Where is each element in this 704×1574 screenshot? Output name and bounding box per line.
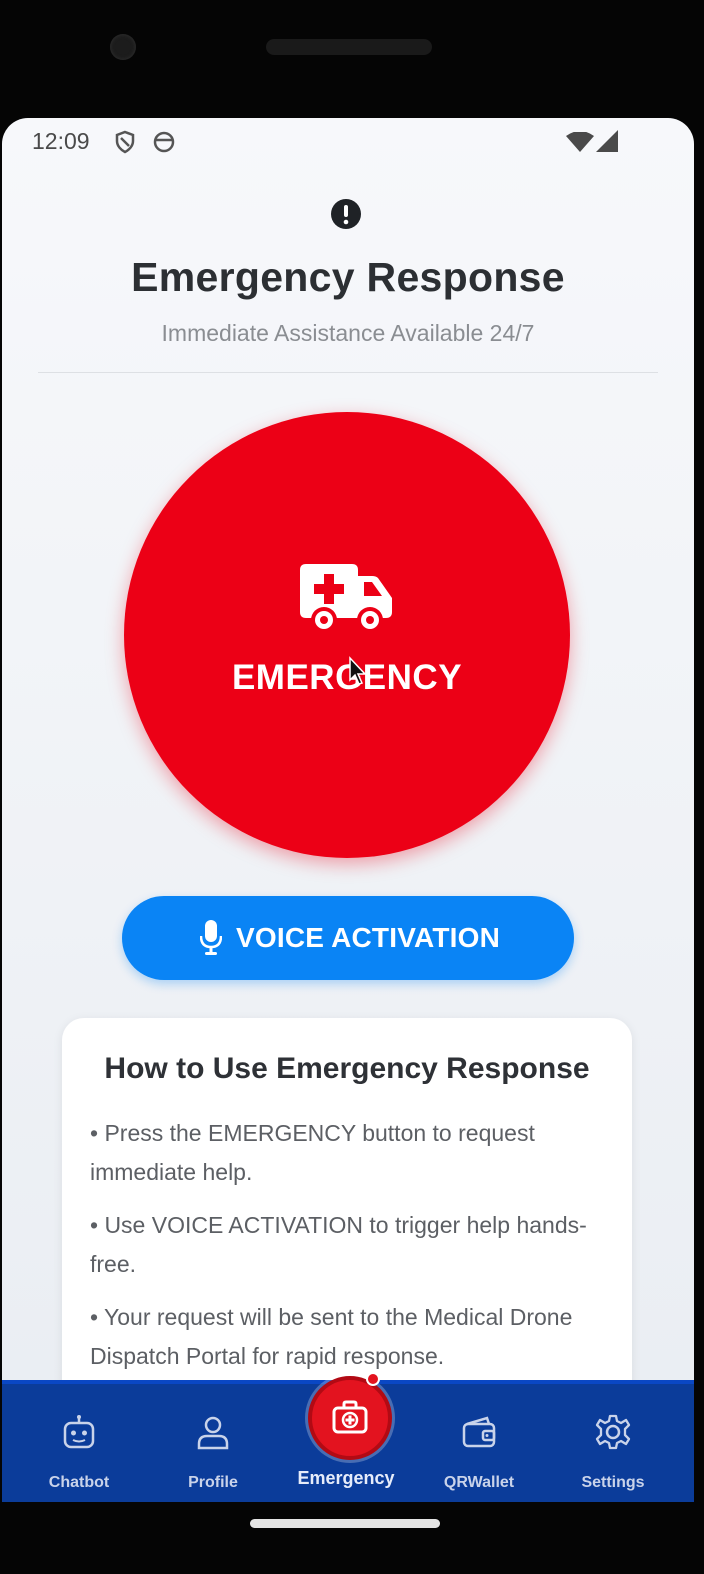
gear-icon xyxy=(595,1414,631,1450)
phone-screen: 12:09 Emergency Response Immediate Assis… xyxy=(2,118,694,1502)
mouse-cursor-icon xyxy=(349,656,367,685)
nav-label-profile: Profile xyxy=(188,1474,238,1491)
home-indicator[interactable] xyxy=(250,1519,440,1528)
page-title: Emergency Response xyxy=(131,254,565,300)
emergency-button[interactable]: EMERGENCY xyxy=(124,412,570,858)
nav-item-settings[interactable]: Settings xyxy=(558,1384,668,1502)
wallet-icon xyxy=(462,1416,496,1448)
voice-activation-button[interactable]: VOICE ACTIVATION xyxy=(122,896,574,980)
header-divider xyxy=(38,372,658,373)
voice-activation-label: VOICE ACTIVATION xyxy=(236,922,501,953)
earpiece-speaker xyxy=(266,39,432,55)
nav-item-profile[interactable]: Profile xyxy=(158,1384,268,1502)
signal-icon xyxy=(596,130,618,152)
nav-emergency-circle xyxy=(308,1376,392,1460)
user-icon xyxy=(197,1416,229,1450)
front-camera xyxy=(110,34,136,60)
card-bullet: • Use VOICE ACTIVATION to trigger help h… xyxy=(90,1212,587,1277)
status-time: 12:09 xyxy=(32,128,90,154)
card-bullet: • Your request will be sent to the Medic… xyxy=(90,1304,573,1369)
bottom-navigation-bar: Chatbot Profile Emergency QRWallet Setti… xyxy=(2,1372,694,1502)
nav-label-qrwallet: QRWallet xyxy=(443,1474,515,1491)
sync-icon xyxy=(153,131,175,153)
card-title: How to Use Emergency Response xyxy=(104,1052,590,1085)
page-subtitle: Immediate Assistance Available 24/7 xyxy=(161,320,535,346)
ambulance-icon xyxy=(300,564,392,633)
exclamation-circle-icon xyxy=(331,199,361,229)
nav-item-chatbot[interactable]: Chatbot xyxy=(24,1384,134,1502)
microphone-icon xyxy=(200,920,222,955)
shield-icon xyxy=(115,130,135,154)
nav-label-emergency: Emergency xyxy=(297,1468,395,1488)
nav-label-chatbot: Chatbot xyxy=(48,1474,110,1491)
nav-item-qrwallet[interactable]: QRWallet xyxy=(424,1384,534,1502)
nav-item-emergency[interactable]: Emergency xyxy=(288,1372,404,1502)
medical-kit-icon xyxy=(332,1400,368,1434)
status-bar: 12:09 xyxy=(2,118,694,166)
emergency-label: EMERGENCY xyxy=(231,658,463,697)
nav-label-settings: Settings xyxy=(581,1474,645,1491)
card-bullet: • Press the EMERGENCY button to request … xyxy=(90,1120,535,1185)
wifi-icon xyxy=(566,132,594,152)
robot-icon xyxy=(63,1415,95,1449)
notification-dot xyxy=(366,1372,380,1386)
